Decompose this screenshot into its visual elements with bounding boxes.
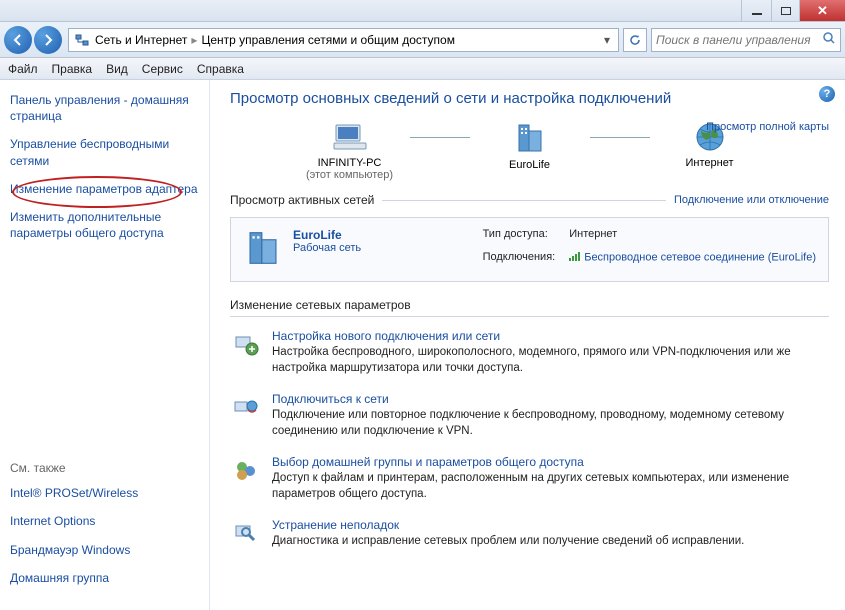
body: Панель управления - домашняя страница Уп… xyxy=(0,80,845,610)
task-connect: Подключиться к сети Подключение или повт… xyxy=(230,392,829,439)
task-troubleshoot: Устранение неполадок Диагностика и испра… xyxy=(230,518,829,550)
search-icon[interactable] xyxy=(822,31,836,48)
sidebar: Панель управления - домашняя страница Уп… xyxy=(0,80,210,610)
task-new-connection-link[interactable]: Настройка нового подключения или сети xyxy=(272,329,829,343)
sidebar-adapter-label: Изменение параметров адаптера xyxy=(10,182,198,196)
computer-icon xyxy=(330,121,370,153)
breadcrumb-dropdown[interactable]: ▾ xyxy=(600,33,614,47)
node-this-pc[interactable]: INFINITY-PC (этот компьютер) xyxy=(290,121,410,181)
homegroup-icon xyxy=(230,455,262,487)
active-network-type[interactable]: Рабочая сеть xyxy=(293,242,361,254)
network-icon xyxy=(73,31,91,49)
active-networks-label: Просмотр активных сетей xyxy=(230,193,374,207)
search-box[interactable] xyxy=(651,28,841,52)
node-network[interactable]: EuroLife xyxy=(470,121,590,171)
back-button[interactable] xyxy=(4,26,32,54)
params-heading: Изменение сетевых параметров xyxy=(230,298,829,312)
connect-icon xyxy=(230,392,262,424)
access-type-label: Тип доступа: xyxy=(483,228,556,247)
active-networks-header: Просмотр активных сетей Подключение или … xyxy=(230,193,829,207)
troubleshoot-icon xyxy=(230,518,262,550)
building-icon xyxy=(513,121,547,155)
breadcrumb-l1[interactable]: Сеть и Интернет xyxy=(95,33,187,47)
connector-1 xyxy=(410,121,470,153)
building-icon xyxy=(243,228,283,271)
network-map: Просмотр полной карты INFINITY-PC (этот … xyxy=(230,121,829,181)
task-new-connection-desc: Настройка беспроводного, широкополосного… xyxy=(272,345,829,376)
refresh-button[interactable] xyxy=(623,28,647,52)
full-map-link[interactable]: Просмотр полной карты xyxy=(706,121,829,133)
sidebar-home[interactable]: Панель управления - домашняя страница xyxy=(10,92,199,124)
signal-icon xyxy=(569,251,581,264)
new-connection-icon xyxy=(230,329,262,361)
sidebar-wireless[interactable]: Управление беспроводными сетями xyxy=(10,136,199,168)
access-type-value: Интернет xyxy=(569,228,816,247)
node-net-label: Интернет xyxy=(686,157,734,169)
task-homegroup: Выбор домашней группы и параметров общег… xyxy=(230,455,829,502)
active-network-name[interactable]: EuroLife xyxy=(293,228,361,242)
menu-service[interactable]: Сервис xyxy=(142,62,183,76)
minimize-button[interactable] xyxy=(741,0,771,21)
node-pc-label: INFINITY-PC xyxy=(318,157,382,169)
menu-edit[interactable]: Правка xyxy=(52,62,93,76)
navbar: Сеть и Интернет ▸ Центр управления сетям… xyxy=(0,22,845,58)
connections-label: Подключения: xyxy=(483,251,556,271)
menu-view[interactable]: Вид xyxy=(106,62,128,76)
task-connect-desc: Подключение или повторное подключение к … xyxy=(272,408,829,439)
task-new-connection: Настройка нового подключения или сети На… xyxy=(230,329,829,376)
sidebar-homegroup[interactable]: Домашняя группа xyxy=(10,570,199,586)
page-title: Просмотр основных сведений о сети и наст… xyxy=(230,90,829,107)
separator xyxy=(230,316,829,317)
task-connect-link[interactable]: Подключиться к сети xyxy=(272,392,829,406)
sidebar-sharing[interactable]: Изменить дополнительные параметры общего… xyxy=(10,209,199,241)
search-input[interactable] xyxy=(656,33,822,47)
sidebar-adapter[interactable]: Изменение параметров адаптера xyxy=(10,181,199,197)
task-troubleshoot-link[interactable]: Устранение неполадок xyxy=(272,518,744,532)
forward-button[interactable] xyxy=(34,26,62,54)
chevron-right-icon: ▸ xyxy=(191,33,197,47)
connection-name: Беспроводное сетевое соединение (EuroLif… xyxy=(584,251,816,263)
breadcrumb-l2[interactable]: Центр управления сетями и общим доступом xyxy=(201,33,455,47)
task-homegroup-link[interactable]: Выбор домашней группы и параметров общег… xyxy=(272,455,829,469)
menu-file[interactable]: Файл xyxy=(8,62,38,76)
content: ? Просмотр основных сведений о сети и на… xyxy=(210,80,845,610)
sidebar-seealso-header: См. также xyxy=(10,461,199,475)
task-homegroup-desc: Доступ к файлам и принтерам, расположенн… xyxy=(272,471,829,502)
close-button[interactable]: ✕ xyxy=(799,0,845,21)
menubar: Файл Правка Вид Сервис Справка xyxy=(0,58,845,80)
connect-disconnect-link[interactable]: Подключение или отключение xyxy=(674,194,829,206)
sidebar-inetopt[interactable]: Internet Options xyxy=(10,513,199,529)
node-pc-sub: (этот компьютер) xyxy=(306,169,393,181)
active-network-box: EuroLife Рабочая сеть Тип доступа: Интер… xyxy=(230,217,829,282)
task-troubleshoot-desc: Диагностика и исправление сетевых пробле… xyxy=(272,534,744,550)
node-mid-label: EuroLife xyxy=(509,159,550,171)
maximize-button[interactable] xyxy=(771,0,799,21)
help-icon[interactable]: ? xyxy=(819,86,835,102)
connector-2 xyxy=(590,121,650,153)
sidebar-firewall[interactable]: Брандмауэр Windows xyxy=(10,542,199,558)
sidebar-intel[interactable]: Intel® PROSet/Wireless xyxy=(10,485,199,501)
connection-link[interactable]: Беспроводное сетевое соединение (EuroLif… xyxy=(569,251,816,271)
breadcrumb[interactable]: Сеть и Интернет ▸ Центр управления сетям… xyxy=(68,28,619,52)
titlebar: ✕ xyxy=(0,0,845,22)
menu-help[interactable]: Справка xyxy=(197,62,244,76)
